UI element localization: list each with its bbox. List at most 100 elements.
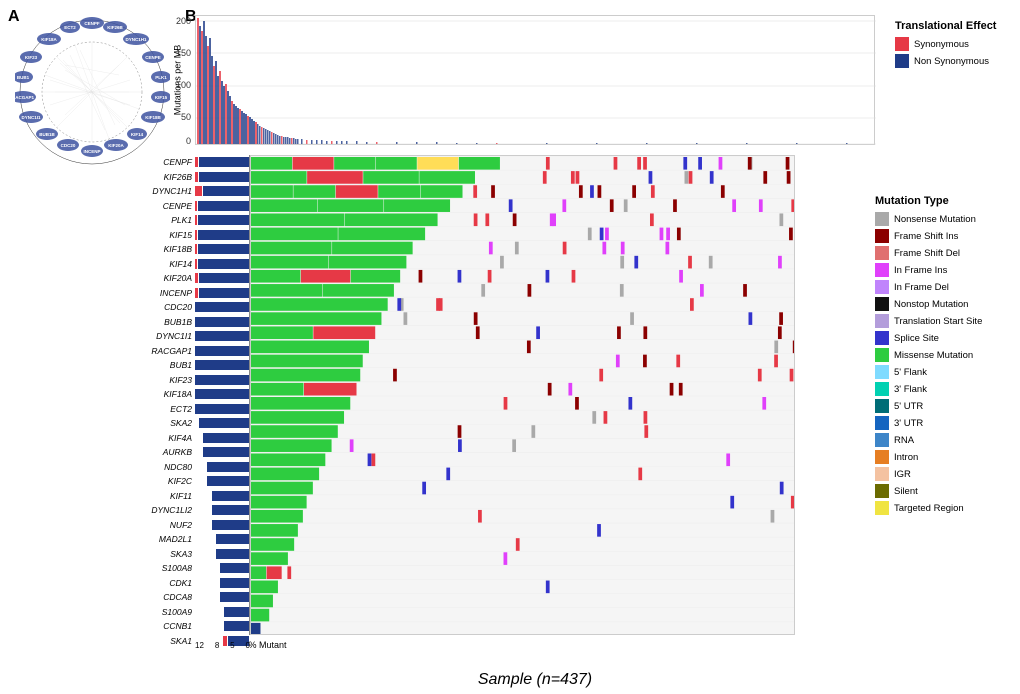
side-bar-blue [195, 404, 249, 414]
translational-legend: Translational Effect Synonymous Non Syno… [895, 20, 1015, 71]
mutation-legend-item: 3' Flank [875, 382, 1015, 396]
side-bar-blue [198, 259, 249, 269]
svg-text:150: 150 [176, 48, 191, 58]
side-bar-blue [207, 476, 249, 486]
matrix-grid [250, 155, 795, 635]
mutation-legend-item: 5' Flank [875, 365, 1015, 379]
mutation-legend: Mutation Type Nonsense Mutation Frame Shi… [875, 195, 1015, 518]
mutation-legend-label: Frame Shift Del [894, 248, 960, 259]
side-bar-row [195, 387, 249, 402]
side-bar-red [195, 288, 198, 298]
side-bar-row [195, 300, 249, 315]
gene-label: CDC20 [115, 300, 195, 315]
mutation-legend-item: Silent [875, 484, 1015, 498]
side-bar-blue [195, 375, 249, 385]
side-bar-blue [212, 491, 250, 501]
legend-synonymous: Synonymous [895, 37, 1015, 51]
side-bar-row [195, 373, 249, 388]
side-bar-blue [198, 230, 249, 240]
svg-text:BUB1B: BUB1B [39, 132, 55, 137]
side-bar-red [195, 201, 197, 211]
mutation-legend-label: RNA [894, 435, 914, 446]
side-bar-row [195, 271, 249, 286]
side-bar-row [195, 402, 249, 417]
svg-text:DYNC1I1: DYNC1I1 [21, 115, 41, 120]
gene-label: CENPE [115, 199, 195, 214]
side-bar-blue [216, 549, 249, 559]
mutation-legend-color [875, 484, 889, 498]
gene-label: PLK1 [115, 213, 195, 228]
mutation-legend-item: In Frame Ins [875, 263, 1015, 277]
legend-nonsynonymous: Non Synonymous [895, 54, 1015, 68]
gene-label: DYNC1LI2 [115, 503, 195, 518]
svg-text:KIF20A: KIF20A [108, 143, 124, 148]
gene-label: KIF18B [115, 242, 195, 257]
gene-label: KIF11 [115, 489, 195, 504]
mutation-legend-color [875, 450, 889, 464]
svg-text:200: 200 [176, 16, 191, 26]
gene-label: KIF23 [115, 373, 195, 388]
side-bar-blue [199, 157, 249, 167]
mutation-legend-label: Silent [894, 486, 918, 497]
side-bar-blue [220, 563, 249, 573]
svg-text:ECT2: ECT2 [64, 25, 76, 30]
mutation-legend-item: Frame Shift Ins [875, 229, 1015, 243]
side-bar-blue [198, 215, 249, 225]
gene-label: S100A9 [115, 605, 195, 620]
gene-label: NUF2 [115, 518, 195, 533]
side-bar-blue [198, 244, 249, 254]
svg-text:DYNC1H1: DYNC1H1 [125, 37, 147, 42]
nonsynonymous-color [895, 54, 909, 68]
gene-labels: CENPFKIF26BDYNC1H1CENPEPLK1KIF15KIF18BKI… [115, 155, 195, 635]
svg-text:100: 100 [176, 80, 191, 90]
mutation-legend-label: Nonsense Mutation [894, 214, 976, 225]
mutation-legend-label: In Frame Del [894, 282, 949, 293]
side-bar-blue [199, 288, 249, 298]
side-bar-row [195, 286, 249, 301]
gene-label: CENPF [115, 155, 195, 170]
side-bar-blue [203, 186, 249, 196]
mutation-legend-item: Frame Shift Del [875, 246, 1015, 260]
svg-text:KIF14: KIF14 [131, 132, 144, 137]
mutation-legend-item: Splice Site [875, 331, 1015, 345]
side-bar-blue [199, 273, 249, 283]
main-container: A B [0, 0, 1020, 694]
translational-legend-title: Translational Effect [895, 20, 1015, 32]
gene-label: MAD2L1 [115, 532, 195, 547]
gene-label: BUB1 [115, 358, 195, 373]
mutation-legend-color [875, 467, 889, 481]
mutation-legend-label: Intron [894, 452, 918, 463]
mutation-legend-color [875, 314, 889, 328]
mutation-legend-item: Missense Mutation [875, 348, 1015, 362]
mutation-legend-color [875, 365, 889, 379]
mutation-legend-color [875, 246, 889, 260]
side-bar-blue [224, 621, 249, 631]
mutation-legend-label: Frame Shift Ins [894, 231, 958, 242]
mutation-legend-color [875, 348, 889, 362]
side-bar-red [195, 230, 197, 240]
synonymous-label: Synonymous [914, 39, 969, 50]
side-bar-row [195, 344, 249, 359]
side-bar-blue [195, 302, 249, 312]
synonymous-color [895, 37, 909, 51]
gene-label: ECT2 [115, 402, 195, 417]
mutation-legend-color [875, 297, 889, 311]
mutation-legend-label: 5' Flank [894, 367, 927, 378]
side-bar-row [195, 155, 249, 170]
mutation-legend-label: Nonstop Mutation [894, 299, 968, 310]
side-bar-blue [212, 505, 250, 515]
gene-label: CDCA8 [115, 590, 195, 605]
side-bar-row [195, 474, 249, 489]
gene-label: RACGAP1 [115, 344, 195, 359]
svg-text:KIF18B: KIF18B [145, 115, 161, 120]
side-bar-row [195, 503, 249, 518]
side-bar-red [195, 259, 197, 269]
bar-chart: 200 150 100 50 0 // Generate bars progra… [195, 15, 875, 145]
gene-label: BUB1B [115, 315, 195, 330]
side-bar-blue [220, 578, 249, 588]
gene-label: DYNC1I1 [115, 329, 195, 344]
side-bar-blue [224, 607, 249, 617]
side-bar-blue [195, 331, 249, 341]
mutation-legend-title: Mutation Type [875, 195, 1015, 207]
svg-text:BUB1: BUB1 [17, 75, 30, 80]
